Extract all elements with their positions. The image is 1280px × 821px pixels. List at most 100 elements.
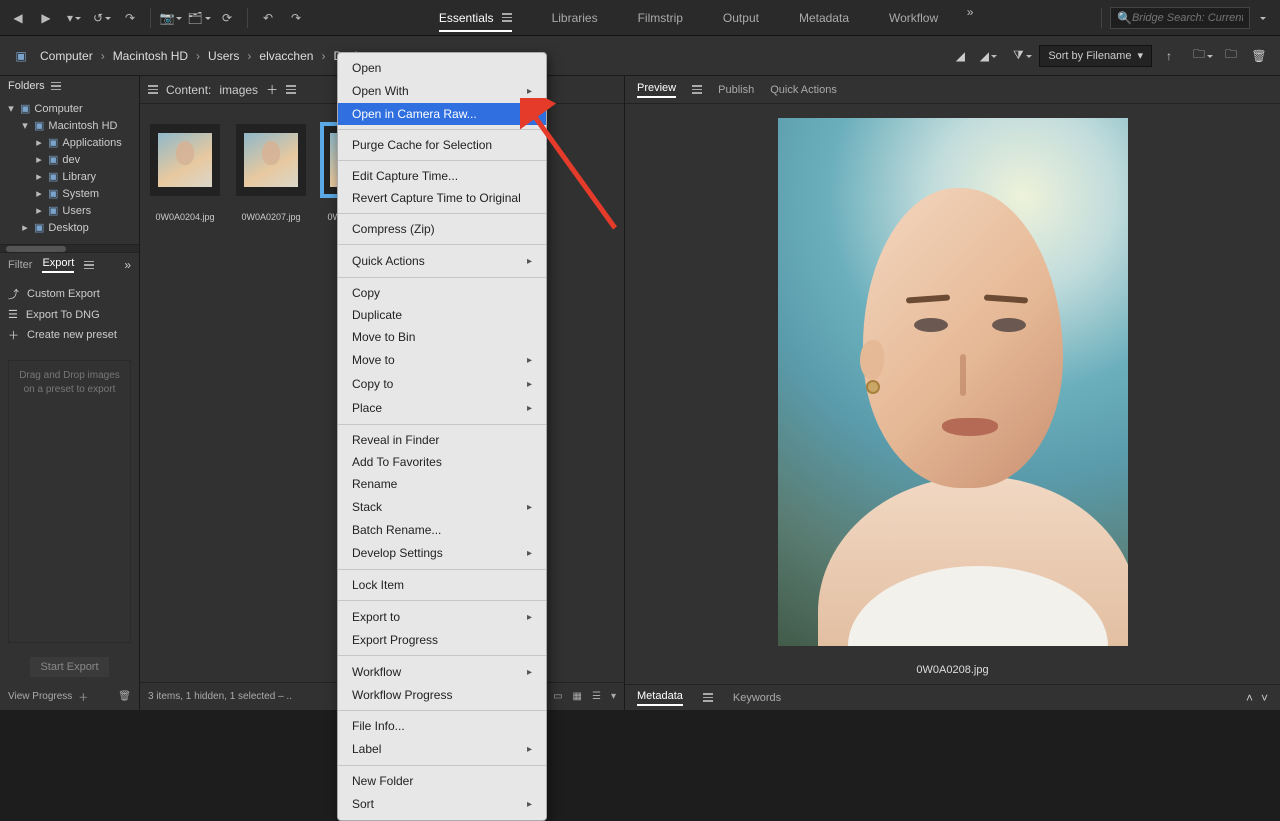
tree-node[interactable]: ▸▣System xyxy=(6,185,133,202)
context-menu-item[interactable]: Open in Camera Raw... xyxy=(338,103,546,125)
context-menu-item[interactable]: Duplicate xyxy=(338,304,546,326)
chevron-down-icon[interactable]: ˅ xyxy=(1261,691,1268,705)
thumbnail-quality-icon[interactable]: ◢ xyxy=(949,45,971,67)
tree-node[interactable]: ▸▣Desktop xyxy=(6,219,133,236)
undo-icon[interactable]: ↶ xyxy=(256,6,280,30)
hamburger-icon[interactable] xyxy=(51,82,61,91)
export-new-preset[interactable]: ＋Create new preset xyxy=(8,324,131,346)
tab-publish[interactable]: Publish xyxy=(718,84,754,96)
context-menu-item[interactable]: Purge Cache for Selection xyxy=(338,134,546,156)
filter-icon[interactable]: ⧩ xyxy=(1011,45,1033,67)
disclosure-icon[interactable]: ▾ xyxy=(20,119,30,132)
thumbnail-image[interactable] xyxy=(150,124,220,196)
search-scope-dropdown[interactable] xyxy=(1250,6,1274,30)
disclosure-icon[interactable]: ▸ xyxy=(34,187,44,200)
batch-icon[interactable]: 🗂 xyxy=(187,6,211,30)
context-menu-item[interactable]: Sort xyxy=(338,792,546,816)
workspace-tab-essentials[interactable]: Essentials xyxy=(419,0,532,36)
refresh-icon[interactable]: ⟳ xyxy=(215,6,239,30)
hamburger-icon[interactable] xyxy=(148,85,158,94)
tab-preview[interactable]: Preview xyxy=(637,82,676,98)
workspace-overflow-icon[interactable]: » xyxy=(958,0,982,24)
tree-node[interactable]: ▸▣dev xyxy=(6,151,133,168)
view-grid-icon[interactable]: ▦ xyxy=(573,691,582,702)
disclosure-icon[interactable]: ▸ xyxy=(34,204,44,217)
context-menu-item[interactable]: Export to xyxy=(338,605,546,629)
nav-back-icon[interactable]: ◀ xyxy=(6,6,30,30)
hamburger-icon[interactable] xyxy=(286,85,296,94)
context-menu-item[interactable]: Quick Actions xyxy=(338,249,546,273)
context-menu-item[interactable]: Edit Capture Time... xyxy=(338,165,546,187)
context-menu-item[interactable]: Lock Item xyxy=(338,574,546,596)
tab-metadata[interactable]: Metadata xyxy=(637,690,683,706)
hamburger-icon[interactable] xyxy=(692,85,702,94)
crumb-users[interactable]: Users xyxy=(208,49,239,63)
nav-recent-dropdown[interactable]: ▾ xyxy=(62,6,86,30)
tree-scrollbar[interactable] xyxy=(0,244,139,252)
context-menu-item[interactable]: Compress (Zip) xyxy=(338,218,546,240)
search-input[interactable] xyxy=(1132,12,1243,24)
context-menu-item[interactable]: New Folder xyxy=(338,770,546,792)
disclosure-icon[interactable]: ▸ xyxy=(20,221,30,234)
start-export-button[interactable]: Start Export xyxy=(30,657,108,677)
redo-icon[interactable]: ↷ xyxy=(284,6,308,30)
crumb-mac[interactable]: Macintosh HD xyxy=(113,49,188,63)
search-box[interactable]: 🔍 xyxy=(1110,7,1250,29)
tree-node[interactable]: ▾▣Computer xyxy=(6,100,133,117)
disclosure-icon[interactable]: ▸ xyxy=(34,170,44,183)
context-menu-item[interactable]: Move to xyxy=(338,348,546,372)
context-menu-item[interactable]: Add To Favorites xyxy=(338,451,546,473)
crumb-user[interactable]: elvacchen xyxy=(259,49,313,63)
tree-node[interactable]: ▸▣Users xyxy=(6,202,133,219)
context-menu-item[interactable]: Rename xyxy=(338,473,546,495)
export-custom[interactable]: ⤴Custom Export xyxy=(8,283,131,305)
context-menu-item[interactable]: Develop Settings xyxy=(338,541,546,565)
context-menu-item[interactable]: Workflow xyxy=(338,660,546,684)
view-dropdown-icon[interactable]: ▾ xyxy=(611,691,616,702)
context-menu-item[interactable]: Move to Bin xyxy=(338,326,546,348)
plus-icon[interactable]: ＋ xyxy=(266,81,278,98)
reveal-icon[interactable]: ↷ xyxy=(118,6,142,30)
disclosure-icon[interactable]: ▸ xyxy=(34,153,44,166)
nav-forward-icon[interactable]: ▶ xyxy=(34,6,58,30)
context-menu-item[interactable]: Copy to xyxy=(338,372,546,396)
tab-filter[interactable]: Filter xyxy=(8,259,32,271)
tree-node[interactable]: ▸▣Applications xyxy=(6,134,133,151)
tab-keywords[interactable]: Keywords xyxy=(733,692,781,704)
context-menu-item[interactable]: Workflow Progress xyxy=(338,684,546,706)
context-menu-item[interactable]: Open With xyxy=(338,79,546,103)
collapse-icon[interactable]: » xyxy=(124,258,131,272)
context-menu-item[interactable]: Open xyxy=(338,57,546,79)
get-photos-icon[interactable]: 📷 xyxy=(159,6,183,30)
context-menu-item[interactable]: Export Progress xyxy=(338,629,546,651)
open-recent-icon[interactable]: 🗀 xyxy=(1192,45,1214,67)
view-list-icon[interactable]: ☰ xyxy=(592,691,601,702)
tab-quick-actions[interactable]: Quick Actions xyxy=(770,84,837,96)
chevron-up-icon[interactable]: ˄ xyxy=(1246,691,1253,705)
context-menu-item[interactable]: Copy xyxy=(338,282,546,304)
view-progress-row[interactable]: View Progress＋ 🗑 xyxy=(0,683,139,710)
folders-panel-header[interactable]: Folders xyxy=(0,76,139,96)
sort-direction-icon[interactable]: ↑ xyxy=(1158,45,1180,67)
sort-dropdown[interactable]: Sort by Filename▾ xyxy=(1039,45,1152,67)
disclosure-icon[interactable]: ▾ xyxy=(6,102,16,115)
workspace-tab-metadata[interactable]: Metadata xyxy=(779,0,869,36)
context-menu-item[interactable]: Place xyxy=(338,396,546,420)
context-menu-item[interactable]: File Info... xyxy=(338,715,546,737)
workspace-tab-filmstrip[interactable]: Filmstrip xyxy=(618,0,703,36)
context-menu-item[interactable]: Revert Capture Time to Original xyxy=(338,187,546,209)
zoom-in-icon[interactable]: ▭ xyxy=(553,691,562,702)
context-menu-item[interactable]: Reveal in Finder xyxy=(338,429,546,451)
crumb-computer[interactable]: Computer xyxy=(40,49,93,63)
tree-node[interactable]: ▸▣Library xyxy=(6,168,133,185)
disclosure-icon[interactable]: ▸ xyxy=(34,136,44,149)
workspace-tab-libraries[interactable]: Libraries xyxy=(532,0,618,36)
trash-icon[interactable]: 🗑 xyxy=(118,691,131,702)
new-folder-icon[interactable]: 🗀 xyxy=(1220,45,1242,67)
history-icon[interactable]: ↺ xyxy=(90,6,114,30)
context-menu-item[interactable]: Label xyxy=(338,737,546,761)
export-dng[interactable]: ☰Export To DNG xyxy=(8,305,131,324)
preview-image[interactable] xyxy=(778,118,1128,646)
tab-export[interactable]: Export xyxy=(42,257,74,273)
context-menu-item[interactable]: Stack xyxy=(338,495,546,519)
